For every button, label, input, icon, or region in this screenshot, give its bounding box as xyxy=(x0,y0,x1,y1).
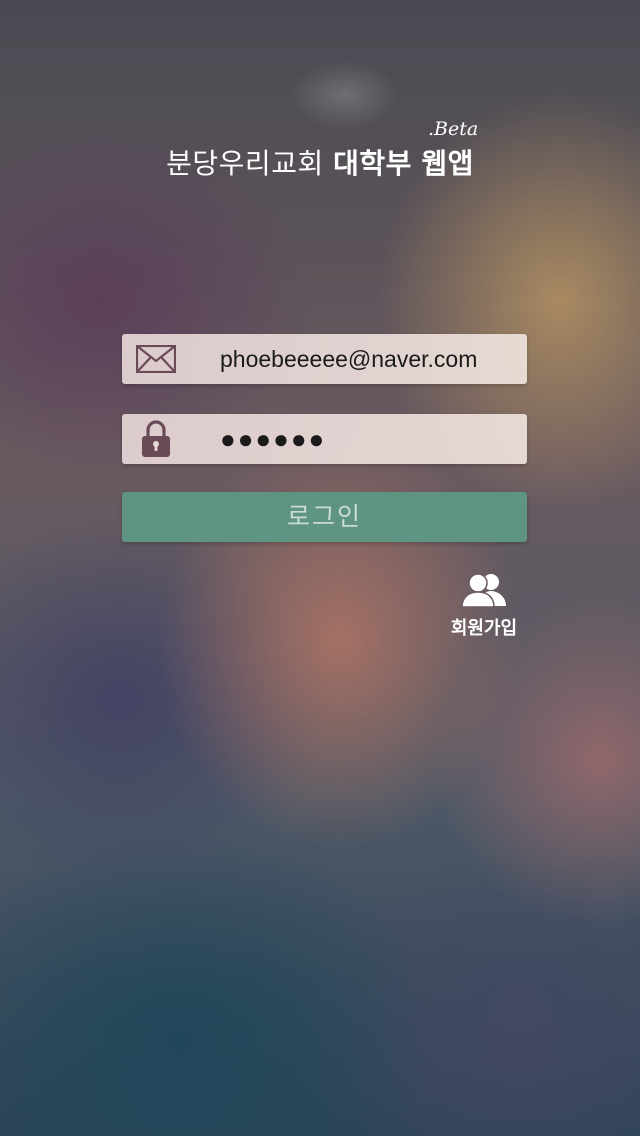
background-blur-spot xyxy=(290,60,400,130)
email-field[interactable]: phoebeeeee@naver.com xyxy=(122,334,527,384)
password-input[interactable]: ●●●●●● xyxy=(220,414,517,464)
app-title-dept: 대학부 xyxy=(333,147,412,180)
people-icon xyxy=(440,570,528,610)
app-title-church: 분당우리교회 xyxy=(166,147,324,180)
envelope-icon xyxy=(134,342,178,376)
email-input[interactable]: phoebeeeee@naver.com xyxy=(220,334,517,384)
login-button[interactable]: 로그인 xyxy=(122,492,527,542)
app-title: 분당우리교회 대학부 웹앱 xyxy=(0,142,640,182)
beta-badge: .Beta xyxy=(428,118,479,140)
signup-button[interactable]: 회원가입 xyxy=(440,570,528,640)
password-field[interactable]: ●●●●●● xyxy=(122,414,527,464)
app-title-webapp: 웹앱 xyxy=(421,147,474,180)
signup-label: 회원가입 xyxy=(450,618,518,639)
padlock-icon xyxy=(134,420,178,457)
